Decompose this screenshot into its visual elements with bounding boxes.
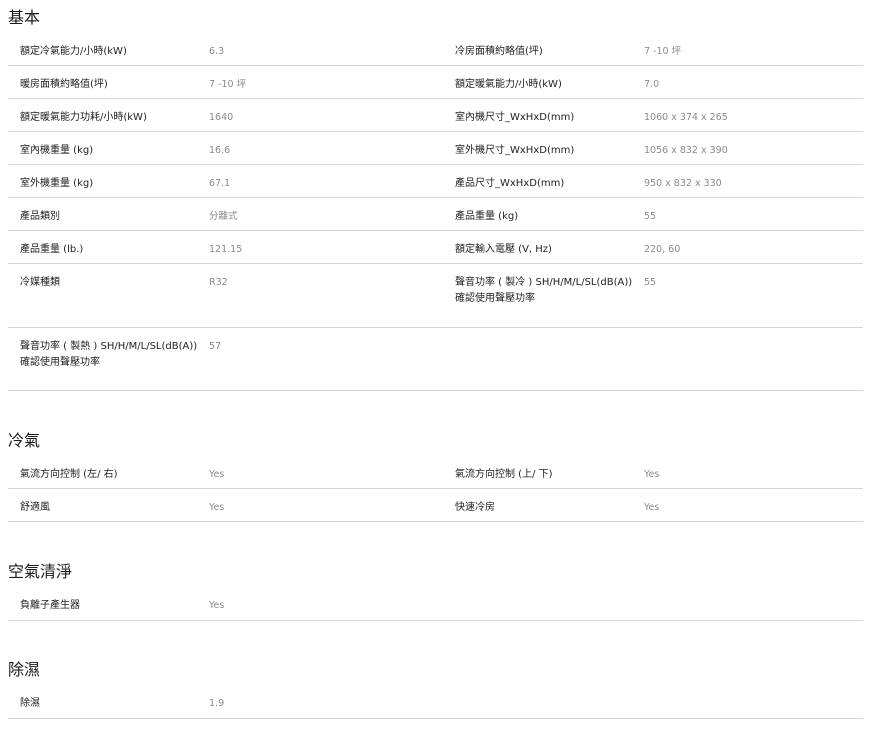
spec-label: 冷房面積約略值(坪) xyxy=(455,46,543,57)
table-row: 負離子產生器 Yes xyxy=(8,587,863,621)
spec-label: 聲音功率 ( 製冷 ) SH/H/M/L/SL(dB(A))確認使用聲壓功率 xyxy=(455,277,633,304)
spec-label: 室外機尺寸_WxHxD(mm) xyxy=(455,145,575,156)
spec-label: 產品尺寸_WxHxD(mm) xyxy=(455,178,565,189)
spec-label: 冷媒種類 xyxy=(20,277,60,288)
spec-label: 額定冷氣能力/小時(kW) xyxy=(20,46,127,57)
table-row: 氣流方向控制 (左/ 右) Yes 氣流方向控制 (上/ 下) Yes xyxy=(8,456,863,489)
spec-value: R32 xyxy=(209,277,228,288)
spec-value: 950 x 832 x 330 xyxy=(644,178,722,189)
spec-value: 67.1 xyxy=(209,178,231,189)
table-row: 產品重量 (lb.) 121.15 額定輸入電壓 (V, Hz) 220, 60 xyxy=(8,231,863,264)
section-title-cooling: 冷氣 xyxy=(8,431,41,450)
spec-table-dehumidify: 除濕 1.9 xyxy=(8,685,863,719)
spec-value: 分離式 xyxy=(209,211,238,222)
spec-table-basic: 額定冷氣能力/小時(kW) 6.3 冷房面積約略值(坪) 7 -10 坪 暖房面… xyxy=(8,33,863,391)
spec-label: 除濕 xyxy=(20,698,40,709)
spec-table-air-purification: 負離子產生器 Yes xyxy=(8,587,863,621)
table-row: 暖房面積約略值(坪) 7 -10 坪 額定暖氣能力/小時(kW) 7.0 xyxy=(8,66,863,99)
spec-label: 額定暖氣能力/小時(kW) xyxy=(455,79,562,90)
spec-label: 聲音功率 ( 製熱 ) SH/H/M/L/SL(dB(A))確認使用聲壓功率 xyxy=(20,341,198,368)
table-row: 額定冷氣能力/小時(kW) 6.3 冷房面積約略值(坪) 7 -10 坪 xyxy=(8,33,863,66)
table-row: 產品類別 分離式 產品重量 (kg) 55 xyxy=(8,198,863,231)
spec-value: Yes xyxy=(209,469,225,480)
spec-value: 55 xyxy=(644,277,657,288)
spec-value: 1640 xyxy=(209,112,234,123)
spec-label: 氣流方向控制 (上/ 下) xyxy=(455,469,553,480)
spec-value: 7.0 xyxy=(644,79,660,90)
spec-value: 1060 x 374 x 265 xyxy=(644,112,728,123)
spec-label: 舒適風 xyxy=(20,502,50,513)
spec-value: 1.9 xyxy=(209,698,225,709)
spec-table-cooling: 氣流方向控制 (左/ 右) Yes 氣流方向控制 (上/ 下) Yes 舒適風 … xyxy=(8,456,863,522)
spec-label: 室內機尺寸_WxHxD(mm) xyxy=(455,112,575,123)
table-row: 舒適風 Yes 快速冷房 Yes xyxy=(8,489,863,522)
spec-label: 產品類別 xyxy=(20,211,60,222)
spec-value: Yes xyxy=(644,469,660,480)
spec-value: 6.3 xyxy=(209,46,225,57)
spec-value: Yes xyxy=(644,502,660,513)
spec-label: 氣流方向控制 (左/ 右) xyxy=(20,469,118,480)
section-title-basic: 基本 xyxy=(8,8,41,27)
spec-label: 暖房面積約略值(坪) xyxy=(20,79,108,90)
spec-value: 16.6 xyxy=(209,145,231,156)
spec-value: 220, 60 xyxy=(644,244,681,255)
spec-label: 室內機重量 (kg) xyxy=(20,145,94,156)
section-title-dehumidify: 除濕 xyxy=(8,660,41,679)
section-title-air-purification: 空氣清淨 xyxy=(8,562,73,581)
spec-label: 室外機重量 (kg) xyxy=(20,178,94,189)
spec-label: 快速冷房 xyxy=(455,502,495,513)
spec-value: 7 -10 坪 xyxy=(209,79,247,90)
spec-label: 額定輸入電壓 (V, Hz) xyxy=(455,244,552,255)
spec-label: 額定暖氣能力功耗/小時(kW) xyxy=(20,112,147,123)
table-row: 聲音功率 ( 製熱 ) SH/H/M/L/SL(dB(A))確認使用聲壓功率 5… xyxy=(8,328,863,391)
spec-value: Yes xyxy=(209,502,225,513)
spec-value: 57 xyxy=(209,341,222,352)
table-row: 額定暖氣能力功耗/小時(kW) 1640 室內機尺寸_WxHxD(mm) 106… xyxy=(8,99,863,132)
spec-value: 1056 x 832 x 390 xyxy=(644,145,728,156)
spec-value: Yes xyxy=(209,600,225,611)
table-row: 室內機重量 (kg) 16.6 室外機尺寸_WxHxD(mm) 1056 x 8… xyxy=(8,132,863,165)
spec-label: 產品重量 (lb.) xyxy=(20,244,84,255)
table-row: 室外機重量 (kg) 67.1 產品尺寸_WxHxD(mm) 950 x 832… xyxy=(8,165,863,198)
spec-value: 121.15 xyxy=(209,244,243,255)
spec-label: 產品重量 (kg) xyxy=(455,211,519,222)
spec-value: 7 -10 坪 xyxy=(644,46,682,57)
spec-value: 55 xyxy=(644,211,657,222)
table-row: 除濕 1.9 xyxy=(8,685,863,719)
spec-label: 負離子產生器 xyxy=(20,600,80,611)
table-row: 冷媒種類 R32 聲音功率 ( 製冷 ) SH/H/M/L/SL(dB(A))確… xyxy=(8,264,863,328)
